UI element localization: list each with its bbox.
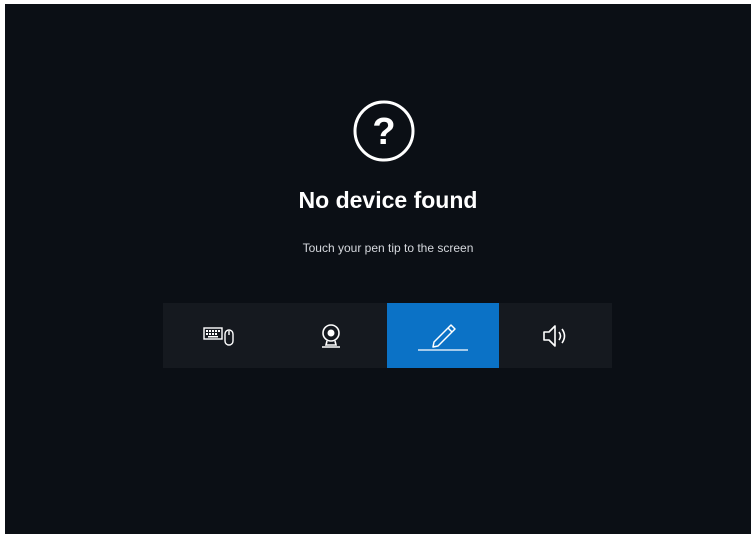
pen-icon	[418, 323, 468, 351]
tab-webcam[interactable]	[275, 303, 387, 368]
device-selector	[163, 303, 612, 368]
page-title: No device found	[298, 187, 478, 213]
svg-text:?: ?	[372, 111, 395, 153]
speaker-icon	[543, 324, 566, 347]
keyboard-mouse-icon	[203, 326, 234, 346]
tab-speaker[interactable]	[499, 303, 611, 368]
tab-pen[interactable]	[387, 303, 499, 368]
webcam-icon	[322, 323, 340, 348]
device-check-screen: ? No device found Touch your pen tip to …	[5, 4, 751, 534]
question-circle-icon: ?	[353, 100, 415, 162]
instruction-text: Touch your pen tip to the screen	[302, 241, 474, 255]
tab-keyboard-mouse[interactable]	[163, 303, 275, 368]
